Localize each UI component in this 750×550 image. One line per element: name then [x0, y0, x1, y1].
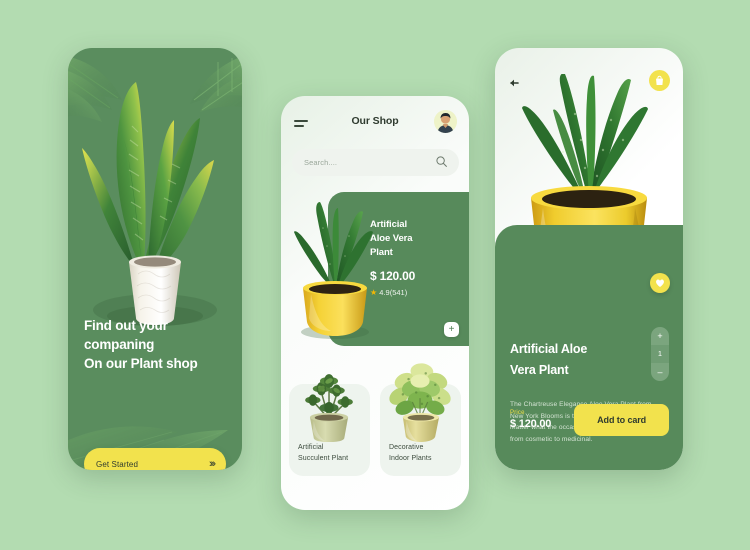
onboarding-screen: Find out your companing On our Plant sho…	[68, 48, 242, 470]
quantity-increment-button[interactable]: +	[651, 327, 669, 345]
add-to-card-button[interactable]: Add to card	[574, 404, 669, 436]
headline-line-2: companing	[84, 337, 155, 352]
quantity-stepper[interactable]: + 1 –	[651, 327, 669, 381]
design-canvas: Find out your companing On our Plant sho…	[0, 0, 750, 550]
featured-name-line-3: Plant	[370, 247, 393, 258]
product-detail-panel: + 1 – Artificial Aloe Vera Plant The Cha…	[495, 225, 683, 470]
rating-count: (541)	[389, 288, 408, 297]
quantity-value: 1	[651, 345, 669, 363]
product-title-line-2: Vera Plant	[510, 363, 569, 377]
product-title: Artificial Aloe Vera Plant	[510, 339, 635, 381]
headline-line-3: On our Plant shop	[84, 356, 198, 371]
chevron-right-icon: ›››	[209, 458, 216, 470]
shop-screen: Our Shop Search.... Artificial Aloe Vera…	[281, 96, 469, 510]
category-tile-label: Decorative Indoor Plants	[389, 442, 455, 464]
search-input[interactable]: Search....	[292, 149, 459, 176]
product-detail-screen: + 1 – Artificial Aloe Vera Plant The Cha…	[495, 48, 683, 470]
get-started-label: Get Started	[96, 459, 139, 469]
add-to-cart-button[interactable]: +	[444, 322, 459, 337]
detail-footer: Price $ 120.00 Add to card	[510, 404, 669, 436]
featured-product-info: Artificial Aloe Vera Plant $ 120.00 ★ 4.…	[370, 218, 461, 297]
featured-name-line-1: Artificial	[370, 219, 408, 230]
get-started-button[interactable]: Get Started ›››	[84, 448, 226, 470]
snake-plant-illustration	[68, 66, 242, 326]
succulent-plant-image	[289, 356, 370, 442]
onboarding-headline: Find out your companing On our Plant sho…	[84, 316, 228, 373]
featured-rating: ★ 4.9(541)	[370, 288, 461, 297]
user-avatar[interactable]	[434, 110, 457, 133]
headline-line-1: Find out your	[84, 318, 168, 333]
tile-label-line-2: Indoor Plants	[389, 455, 432, 462]
price-block: Price $ 120.00	[510, 410, 551, 430]
category-tiles: Artificial Succulent Plant Decorative In…	[289, 363, 461, 476]
category-tile-label: Artificial Succulent Plant	[298, 442, 364, 464]
featured-name-line-2: Aloe Vera	[370, 233, 413, 244]
featured-price: $ 120.00	[370, 269, 416, 283]
indoor-plant-image	[380, 356, 461, 442]
tile-label-line-1: Decorative	[389, 444, 424, 451]
price-label: Price	[510, 410, 525, 416]
product-title-line-1: Artificial Aloe	[510, 342, 588, 356]
heart-icon[interactable]	[650, 273, 670, 293]
tile-label-line-2: Succulent Plant	[298, 455, 349, 462]
quantity-decrement-button[interactable]: –	[651, 363, 669, 381]
search-icon[interactable]	[436, 154, 447, 172]
shop-header: Our Shop	[281, 96, 469, 152]
category-tile-succulent[interactable]: Artificial Succulent Plant	[289, 374, 370, 476]
featured-product-image	[287, 198, 383, 340]
search-placeholder: Search....	[304, 158, 338, 167]
price-value: $ 120.00	[510, 418, 552, 430]
category-tile-indoor[interactable]: Decorative Indoor Plants	[380, 363, 461, 476]
tile-label-line-1: Artificial	[298, 444, 324, 451]
